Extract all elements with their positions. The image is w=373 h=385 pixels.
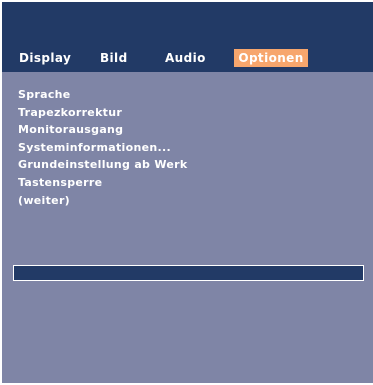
menu-item-tastensperre[interactable]: Tastensperre bbox=[18, 174, 348, 192]
menu-item-sprache[interactable]: Sprache bbox=[18, 86, 348, 104]
menu-item-trapezkorrektur[interactable]: Trapezkorrektur bbox=[18, 104, 348, 122]
tab-optionen[interactable]: Optionen bbox=[234, 49, 308, 67]
options-menu-list: Sprache Trapezkorrektur Monitorausgang S… bbox=[18, 86, 348, 209]
menu-item-monitorausgang[interactable]: Monitorausgang bbox=[18, 121, 348, 139]
osd-frame: Display Bild Audio Optionen Sprache Trap… bbox=[2, 2, 373, 383]
tab-bild[interactable]: Bild bbox=[100, 49, 128, 67]
status-bar bbox=[13, 265, 364, 281]
tab-bar: Display Bild Audio Optionen bbox=[2, 47, 373, 69]
tab-audio[interactable]: Audio bbox=[165, 49, 206, 67]
menu-item-grundeinstellung[interactable]: Grundeinstellung ab Werk bbox=[18, 156, 348, 174]
menu-item-systeminformationen[interactable]: Systeminformationen... bbox=[18, 139, 348, 157]
osd-menu-window: Display Bild Audio Optionen Sprache Trap… bbox=[0, 0, 373, 385]
menu-item-weiter[interactable]: (weiter) bbox=[18, 192, 348, 210]
menu-header: Display Bild Audio Optionen bbox=[2, 2, 373, 72]
tab-display[interactable]: Display bbox=[19, 49, 71, 67]
